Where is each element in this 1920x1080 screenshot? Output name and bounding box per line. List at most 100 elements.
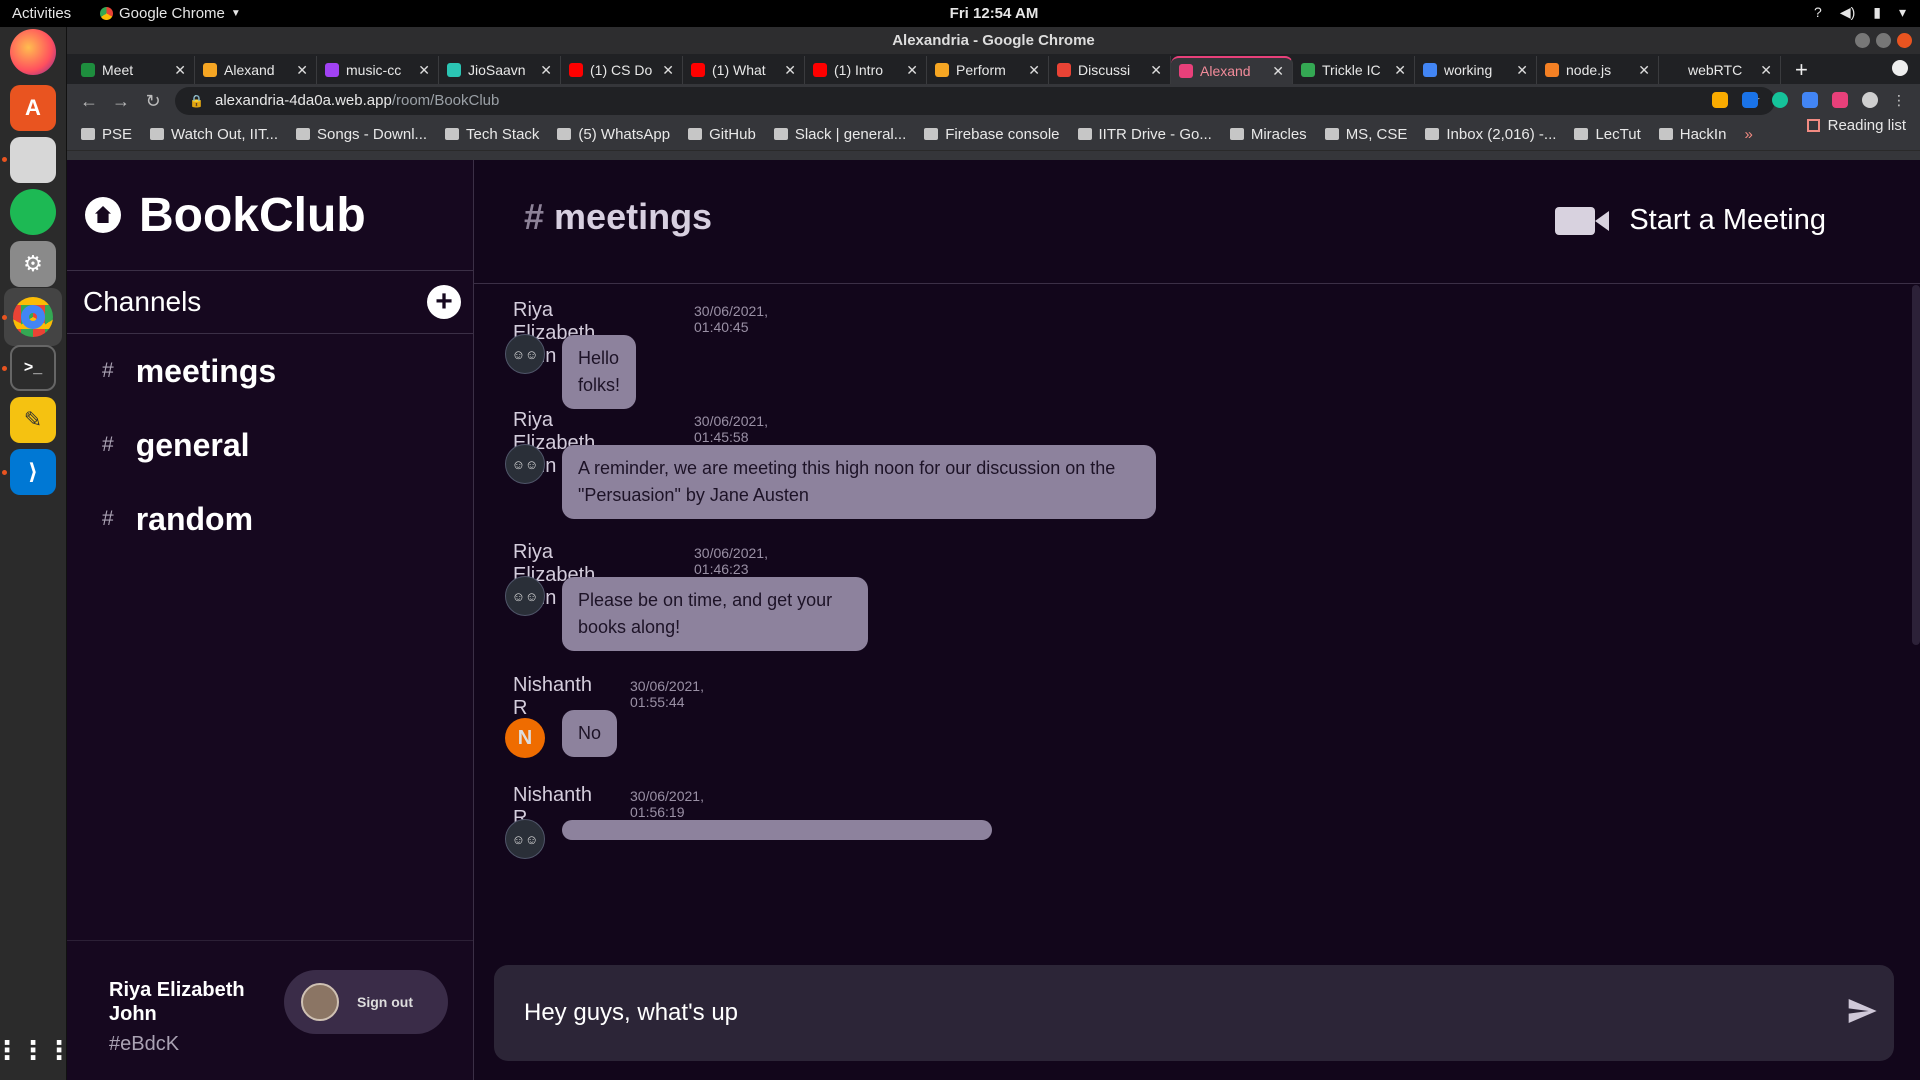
close-tab-icon[interactable]: ✕ xyxy=(1638,62,1650,79)
close-tab-icon[interactable]: ✕ xyxy=(1516,62,1528,79)
close-tab-icon[interactable]: ✕ xyxy=(784,62,796,79)
close-tab-icon[interactable]: ✕ xyxy=(1028,62,1040,79)
bookmark-item[interactable]: Firebase console xyxy=(924,126,1060,143)
extension-icon[interactable] xyxy=(1742,92,1758,108)
back-icon[interactable]: ← xyxy=(73,91,105,112)
browser-tab[interactable]: Meet ✕ xyxy=(73,56,195,84)
browser-tab[interactable]: Alexand ✕ xyxy=(1171,56,1293,84)
running-indicator xyxy=(2,157,7,162)
close-tab-icon[interactable]: ✕ xyxy=(418,62,430,79)
home-icon[interactable] xyxy=(85,197,121,233)
bookmark-item[interactable]: Watch Out, IIT... xyxy=(150,126,278,143)
browser-tab[interactable]: music-cc ✕ xyxy=(317,56,439,84)
avatar[interactable]: ☺☺ xyxy=(505,334,545,374)
chevron-down-icon[interactable]: ▾ xyxy=(1899,4,1906,21)
bookmark-item[interactable]: PSE xyxy=(81,126,132,143)
close-tab-icon[interactable]: ✕ xyxy=(296,62,308,79)
close-tab-icon[interactable]: ✕ xyxy=(1272,63,1284,80)
bookmark-item[interactable]: Songs - Downl... xyxy=(296,126,427,143)
extension-icon[interactable] xyxy=(1712,92,1728,108)
minimize-button[interactable] xyxy=(1855,33,1870,48)
channel-title: # meetings xyxy=(524,196,712,238)
close-tab-icon[interactable]: ✕ xyxy=(540,62,552,79)
scrollbar[interactable] xyxy=(1912,285,1920,645)
grammarly-icon[interactable] xyxy=(1772,92,1788,108)
files-icon[interactable] xyxy=(10,137,56,183)
window-controls xyxy=(1855,33,1912,48)
show-applications-icon[interactable]: ⋮⋮⋮ xyxy=(0,1027,72,1073)
browser-tab[interactable]: (1) Intro ✕ xyxy=(805,56,927,84)
reload-icon[interactable]: ↻ xyxy=(137,91,169,112)
add-channel-button[interactable]: + xyxy=(427,285,461,319)
bookmark-label: MS, CSE xyxy=(1345,125,1408,143)
window-title-bar[interactable]: Alexandria - Google Chrome xyxy=(67,27,1920,54)
close-tab-icon[interactable]: ✕ xyxy=(906,62,918,79)
message-input[interactable] xyxy=(524,993,1804,1033)
system-tray[interactable]: ? ◀) ▮ ▾ xyxy=(1814,4,1906,21)
avatar[interactable]: ☺☺ xyxy=(505,444,545,484)
tab-search-icon[interactable] xyxy=(1892,60,1908,76)
reading-list-button[interactable]: Reading list xyxy=(1806,117,1906,134)
send-icon[interactable] xyxy=(1846,995,1878,1027)
puzzle-icon[interactable] xyxy=(1832,92,1848,108)
lock-icon[interactable]: 🔒 xyxy=(189,87,204,115)
terminal-icon[interactable]: >_ xyxy=(10,345,56,391)
clock[interactable]: Fri 12:54 AM xyxy=(0,5,1920,22)
maximize-button[interactable] xyxy=(1876,33,1891,48)
avatar[interactable]: ☺☺ xyxy=(505,819,545,859)
browser-tab[interactable]: webRTC ✕ xyxy=(1659,56,1781,84)
browser-tab[interactable]: Perform ✕ xyxy=(927,56,1049,84)
text-editor-icon[interactable]: ✎ xyxy=(10,397,56,443)
browser-tab[interactable]: Discussi ✕ xyxy=(1049,56,1171,84)
sign-out-button[interactable]: Sign out xyxy=(284,970,448,1034)
firefox-icon[interactable] xyxy=(10,29,56,75)
settings-icon[interactable]: ⚙ xyxy=(10,241,56,287)
forward-icon[interactable]: → xyxy=(105,91,137,112)
bookmark-item[interactable]: Miracles xyxy=(1229,126,1307,143)
spotify-icon[interactable] xyxy=(10,189,56,235)
browser-tab[interactable]: Trickle IC ✕ xyxy=(1293,56,1415,84)
chrome-icon[interactable] xyxy=(4,288,62,346)
close-tab-icon[interactable]: ✕ xyxy=(1394,62,1406,79)
browser-tab[interactable]: (1) What ✕ xyxy=(683,56,805,84)
profile-avatar-icon[interactable] xyxy=(1862,92,1878,108)
close-tab-icon[interactable]: ✕ xyxy=(1760,62,1772,79)
sign-out-label: Sign out xyxy=(357,994,413,1010)
close-tab-icon[interactable]: ✕ xyxy=(174,62,186,79)
close-tab-icon[interactable]: ✕ xyxy=(662,62,674,79)
battery-icon[interactable]: ▮ xyxy=(1873,4,1881,21)
browser-tab[interactable]: (1) CS Do ✕ xyxy=(561,56,683,84)
volume-icon[interactable]: ◀) xyxy=(1840,4,1855,21)
browser-tab[interactable]: JioSaavn ✕ xyxy=(439,56,561,84)
more-menu-icon[interactable]: ⋮ xyxy=(1892,92,1908,108)
bookmark-item[interactable]: GitHub xyxy=(688,126,756,143)
message-list[interactable]: Riya Elizabeth John30/06/2021, 01:40:45☺… xyxy=(474,285,1920,945)
bookmark-item[interactable]: IITR Drive - Go... xyxy=(1077,126,1212,143)
bookmark-item[interactable]: MS, CSE xyxy=(1324,125,1408,143)
avatar[interactable]: ☺☺ xyxy=(505,576,545,616)
extension-icon[interactable] xyxy=(1802,92,1818,108)
close-window-button[interactable] xyxy=(1897,33,1912,48)
bookmark-item[interactable]: HackIn xyxy=(1658,126,1726,143)
help-icon[interactable]: ? xyxy=(1814,4,1822,21)
software-center-icon[interactable]: A xyxy=(10,85,56,131)
bookmark-item[interactable]: Slack | general... xyxy=(773,126,906,143)
avatar xyxy=(301,983,339,1021)
start-meeting-button[interactable]: Start a Meeting xyxy=(1555,204,1826,237)
browser-tab[interactable]: Alexand ✕ xyxy=(195,56,317,84)
bookmark-item[interactable]: (5) WhatsApp xyxy=(557,126,670,143)
channel-item-general[interactable]: # general xyxy=(67,408,473,482)
browser-tab[interactable]: working ✕ xyxy=(1415,56,1537,84)
new-tab-button[interactable]: + xyxy=(1795,56,1808,84)
browser-tab[interactable]: node.js ✕ xyxy=(1537,56,1659,84)
bookmark-item[interactable]: Tech Stack xyxy=(445,126,539,143)
bookmark-item[interactable]: LecTut xyxy=(1574,126,1641,143)
channel-item-meetings[interactable]: # meetings xyxy=(67,334,473,408)
close-tab-icon[interactable]: ✕ xyxy=(1150,62,1162,79)
channel-item-random[interactable]: # random xyxy=(67,482,473,556)
avatar[interactable]: N xyxy=(505,718,545,758)
address-bar[interactable]: 🔒 alexandria-4da0a.web.app/room/BookClub… xyxy=(175,87,1775,115)
vscode-icon[interactable]: ⟩ xyxy=(10,449,56,495)
bookmarks-overflow-button[interactable]: » xyxy=(1744,126,1752,143)
bookmark-item[interactable]: Inbox (2,016) -... xyxy=(1425,126,1556,143)
